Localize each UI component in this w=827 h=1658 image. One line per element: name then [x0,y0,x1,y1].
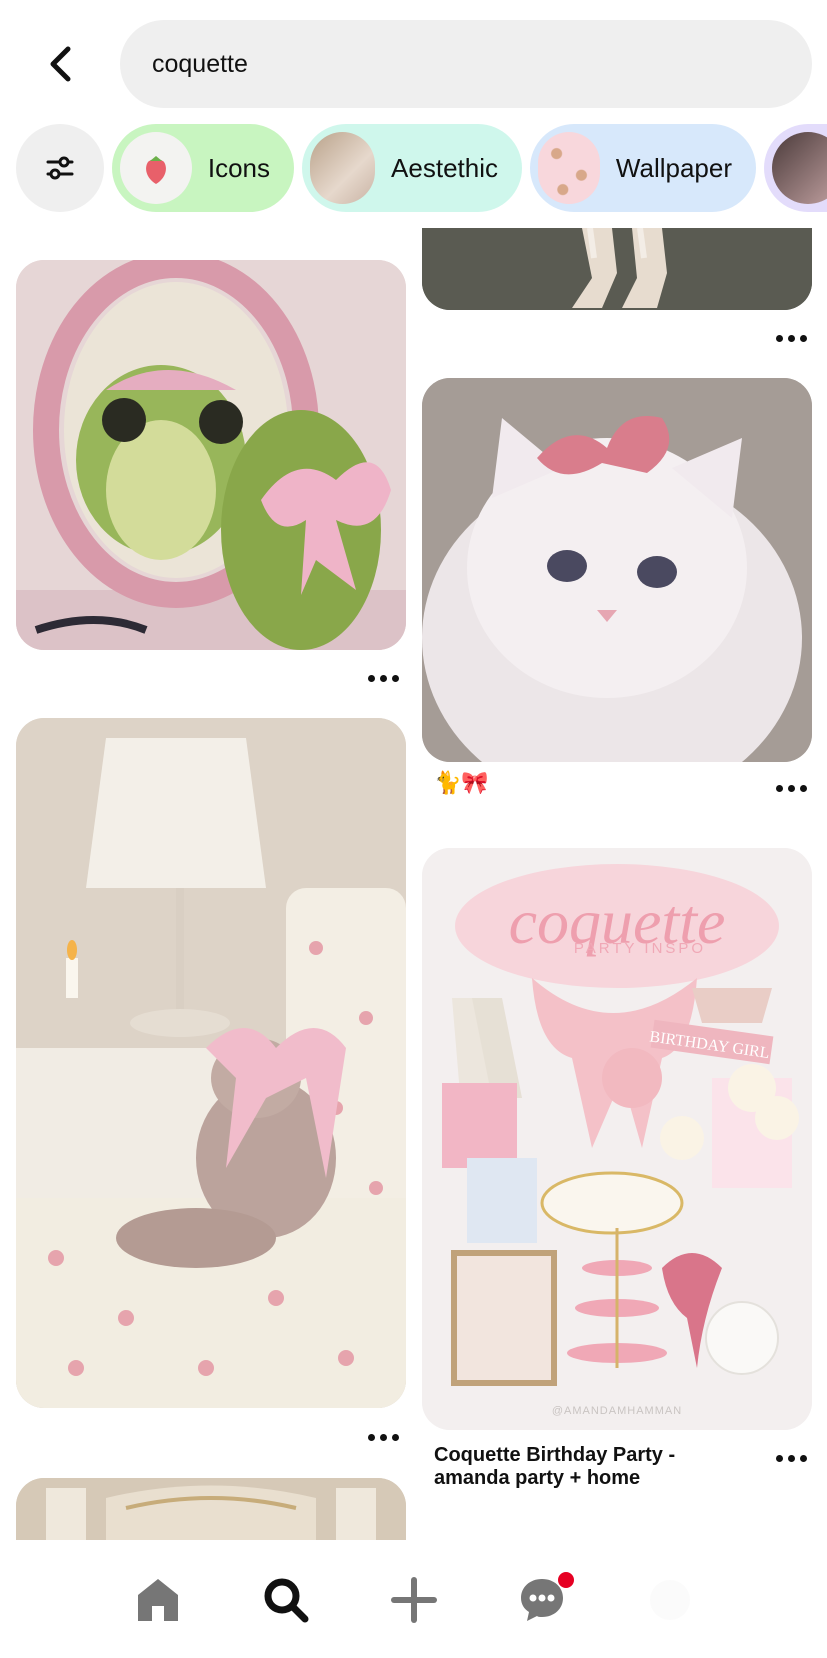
more-options-button[interactable] [776,778,807,798]
graphic-credit: @AMANDAMHAMMAN [552,1405,682,1417]
chip-thumbnail [772,132,827,204]
plus-icon [391,1577,437,1623]
back-button[interactable] [32,36,88,92]
more-options-button[interactable] [368,668,399,688]
chip-aesthetic[interactable]: Aestethic [302,124,522,212]
pin-image [422,378,812,762]
chip-wallpaper[interactable]: Wallpaper [530,124,756,212]
pin-bunny-bedroom[interactable] [16,718,406,1408]
bottom-navigation [0,1540,827,1658]
pin-title[interactable]: Coquette Birthday Party - amanda party +… [434,1444,734,1490]
chip-label: Wallpaper [615,152,732,183]
chevron-left-icon [50,46,71,82]
chip-thumbnail [310,132,376,204]
filter-chips: Icons Aestethic Wallpaper [16,124,827,212]
chip-more[interactable] [764,124,827,212]
pin-white-cat[interactable] [422,378,812,762]
sliders-icon [46,156,74,180]
pin-frog-painting[interactable] [16,260,406,650]
pin-image [16,260,406,650]
pin-shoes[interactable] [422,228,812,310]
profile-icon [650,1580,690,1620]
more-options-button[interactable] [776,1448,807,1468]
more-options-button[interactable] [776,328,807,348]
filter-button[interactable] [16,124,104,212]
chip-icons[interactable]: Icons [112,124,294,212]
chip-thumbnail [120,132,192,204]
nav-home[interactable] [126,1568,190,1632]
notification-badge [558,1572,574,1588]
graphic-subtitle: PARTY INSPO [574,940,706,957]
chip-label: Icons [207,152,270,183]
strawberry-icon [145,156,166,184]
search-bar[interactable] [120,20,812,108]
search-input[interactable] [152,49,812,79]
home-icon [138,1579,178,1621]
chip-label: Aestethic [391,152,498,183]
nav-messages[interactable] [510,1568,574,1632]
pin-image [422,228,812,310]
pin-image [16,718,406,1408]
nav-profile[interactable] [638,1568,702,1632]
pin-coquette-party[interactable]: coquette PARTY INSPO BIRTHDAY GIRL @AMAN… [422,848,812,1430]
pin-image: coquette PARTY INSPO BIRTHDAY GIRL @AMAN… [422,848,812,1430]
chip-thumbnail [538,132,600,204]
more-options-button[interactable] [368,1427,399,1447]
nav-search[interactable] [254,1568,318,1632]
nav-create[interactable] [382,1568,446,1632]
pin-caption: 🐈🎀 [434,770,489,795]
search-icon [264,1578,309,1623]
